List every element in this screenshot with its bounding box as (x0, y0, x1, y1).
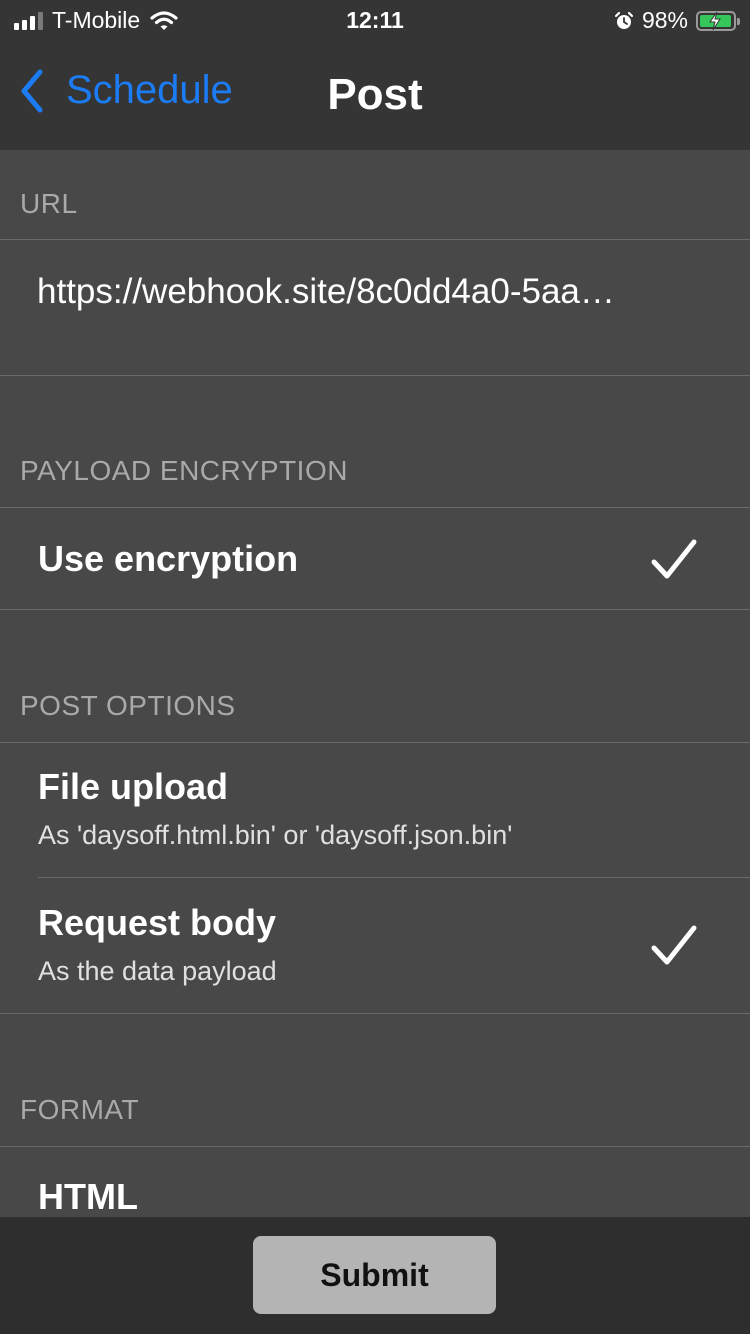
status-bar: T-Mobile 12:11 98% (0, 0, 750, 40)
page-title: Post (327, 70, 423, 119)
request-body-subtitle: As the data payload (38, 956, 277, 986)
request-body-row[interactable] (0, 878, 750, 1013)
checkmark-icon (651, 925, 697, 965)
section-header-post-options: POST OPTIONS (20, 690, 236, 721)
request-body-label: Request body (38, 902, 277, 943)
section-header-url: URL (20, 188, 78, 219)
battery-icon (696, 10, 740, 31)
battery-percent: 98% (641, 7, 688, 33)
use-encryption-label: Use encryption (38, 538, 299, 579)
section-header-format: FORMAT (20, 1094, 140, 1125)
checkmark-icon (651, 539, 697, 579)
url-field[interactable]: https://webhook.site/8c0dd4a0-5aa… (37, 272, 615, 312)
divider (0, 1013, 750, 1014)
divider (0, 375, 750, 376)
divider (0, 609, 750, 610)
format-html-label: HTML (38, 1176, 138, 1217)
alarm-clock-icon (614, 11, 634, 29)
battery-tip (737, 17, 740, 25)
status-right: 98% (614, 7, 740, 34)
file-upload-subtitle: As 'daysoff.html.bin' or 'daysoff.json.b… (38, 820, 513, 850)
navigation-bar: Schedule Post (0, 40, 750, 150)
submit-button[interactable]: Submit (253, 1236, 496, 1314)
charging-bolt-icon (709, 11, 721, 30)
file-upload-row[interactable] (0, 743, 750, 877)
file-upload-label: File upload (38, 766, 229, 807)
bottom-toolbar: Submit (0, 1217, 750, 1334)
section-header-payload-encryption: PAYLOAD ENCRYPTION (20, 455, 348, 486)
